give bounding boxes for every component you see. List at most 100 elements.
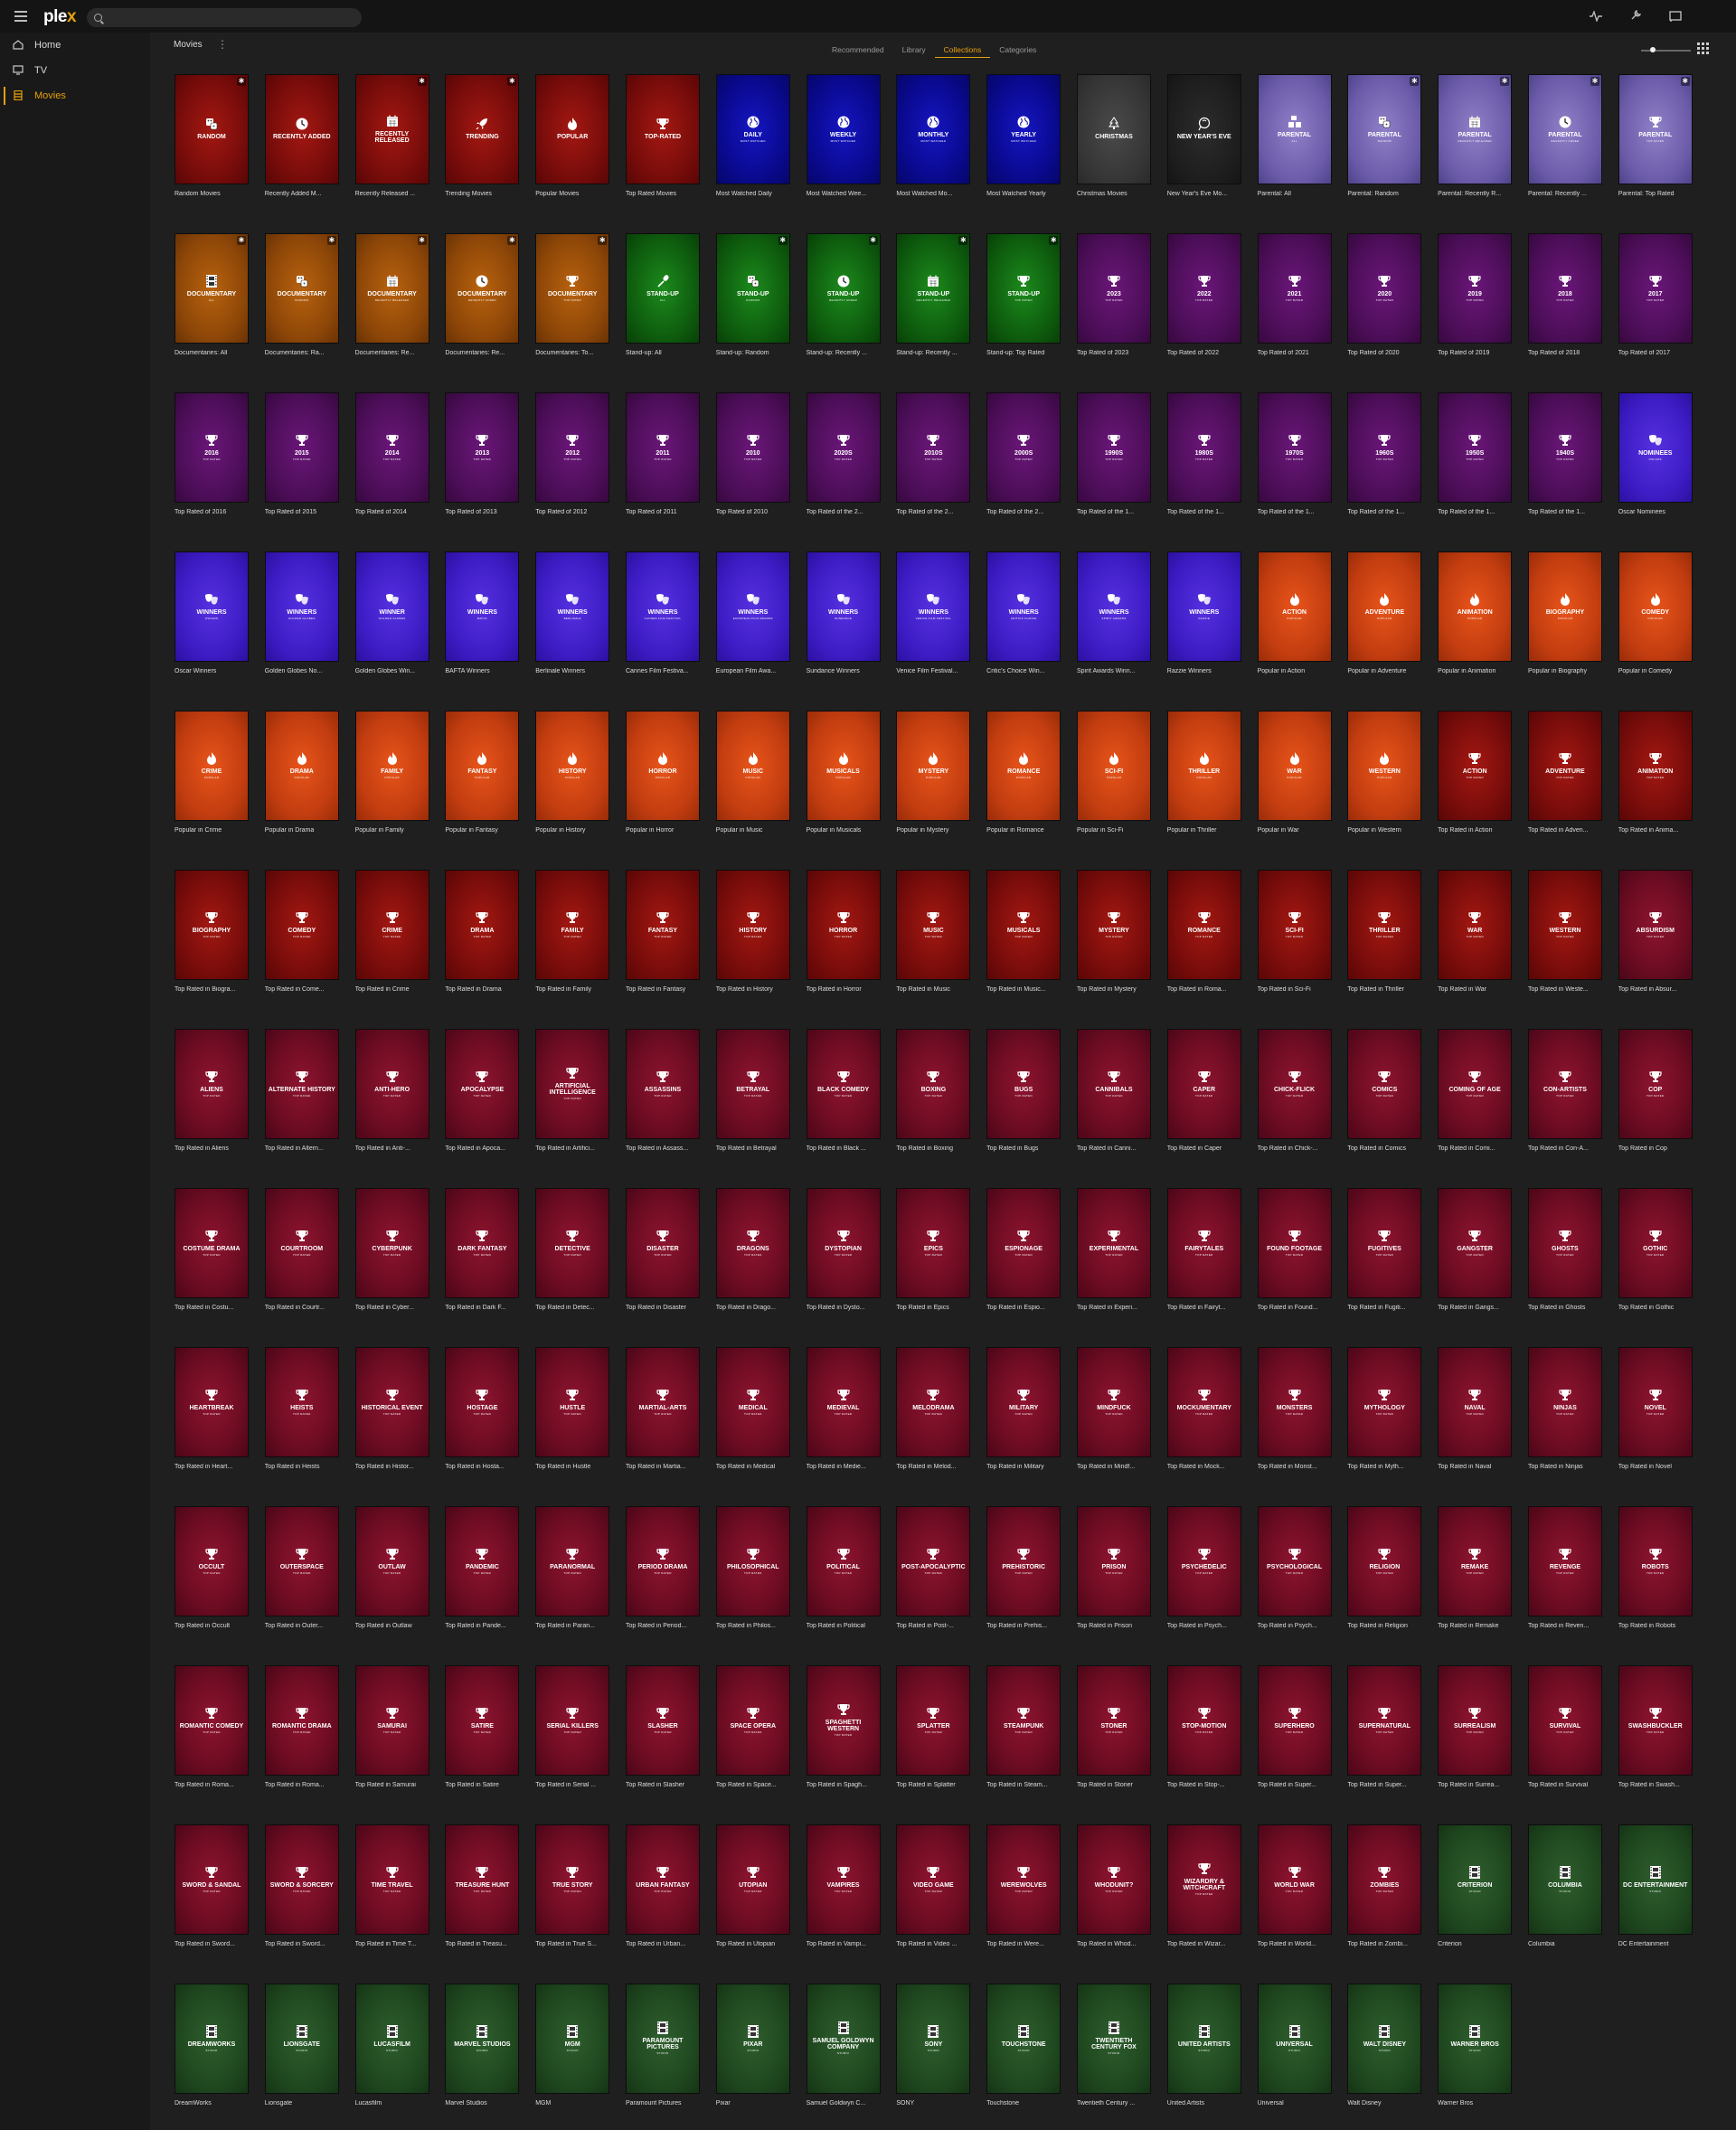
collection-poster[interactable]: SPLATTER TOP RATED (896, 1665, 971, 1776)
collection-poster[interactable]: PHILOSOPHICAL TOP RATED (715, 1506, 790, 1616)
collection-card[interactable]: 1970s TOP RATED Top Rated of the 1... (1257, 392, 1332, 538)
collection-poster[interactable]: SONY STUDIO (896, 1984, 971, 2094)
collection-label[interactable]: Top Rated in Fugiti... (1347, 1305, 1421, 1311)
collection-poster[interactable]: BOXING TOP RATED (896, 1029, 971, 1139)
collection-poster[interactable]: SCI-FI POPULAR (1076, 711, 1151, 821)
collection-card[interactable]: MARTIAL-ARTS TOP RATED Top Rated in Martia… (625, 1347, 700, 1493)
collection-label[interactable]: Top Rated in Heists (265, 1464, 339, 1470)
collection-poster[interactable]: ROMANTIC DRAMA TOP RATED (264, 1665, 339, 1776)
collection-label[interactable]: Top Rated in Absur... (1618, 986, 1693, 993)
collection-poster[interactable]: ESPIONAGE TOP RATED (986, 1188, 1061, 1298)
collection-poster[interactable]: BIOGRAPHY TOP RATED (175, 870, 249, 980)
collection-label[interactable]: Top Rated in Hustle (535, 1464, 609, 1470)
collection-poster[interactable]: HOSTAGE TOP RATED (445, 1347, 520, 1457)
collection-card[interactable]: WINNERS OSCARS Oscar Winners (175, 551, 249, 697)
collection-label[interactable]: Top Rated in Remake (1438, 1623, 1512, 1629)
gear-icon[interactable]: ✱ (1049, 236, 1059, 245)
collection-poster[interactable]: SERIAL KILLERS TOP RATED (535, 1665, 610, 1776)
collection-poster[interactable]: CRIME POPULAR (175, 711, 249, 821)
collection-poster[interactable]: WINNERS VENICE FILM FESTIVAL (896, 551, 971, 662)
collection-card[interactable]: WINNERS GOLDEN GLOBES Golden Globes No... (264, 551, 339, 697)
collection-label[interactable]: Top Rated in Serial ... (535, 1782, 609, 1788)
collection-card[interactable]: SAMUEL GOLDWYN COMPANY STUDIO Samuel Goldw… (806, 1984, 881, 2129)
collection-label[interactable]: Most Watched Wee... (807, 191, 881, 197)
collection-label[interactable]: Top Rated of the 1... (1167, 509, 1241, 515)
collection-card[interactable]: WINNERS VENICE FILM FESTIVAL Venice Film F… (896, 551, 971, 697)
collection-label[interactable]: Top Rated in Fantasy (626, 986, 700, 993)
collection-poster[interactable]: DYSTOPIAN TOP RATED (806, 1188, 881, 1298)
collection-poster[interactable]: 1960s TOP RATED (1347, 392, 1422, 503)
collection-card[interactable]: SPACE OPERA TOP RATED Top Rated in Space..… (715, 1665, 790, 1811)
collection-poster[interactable]: ROMANCE POPULAR (986, 711, 1061, 821)
collection-poster[interactable]: NINJAS TOP RATED (1527, 1347, 1602, 1457)
collection-poster[interactable]: SAMURAI TOP RATED (354, 1665, 429, 1776)
collection-poster[interactable]: PERIOD DRAMA TOP RATED (625, 1506, 700, 1616)
collection-label[interactable]: Top Rated in Anti-... (355, 1145, 429, 1152)
collection-label[interactable]: Top Rated of 2017 (1618, 350, 1693, 356)
collection-label[interactable]: Top Rated in Martia... (626, 1464, 700, 1470)
collection-label[interactable]: Lionsgate (265, 2100, 339, 2106)
collection-label[interactable]: Popular in Mystery (896, 827, 970, 834)
collection-card[interactable]: ALTERNATE HISTORY TOP RATED Top Rated in A… (264, 1029, 339, 1174)
collection-card[interactable]: CRIME TOP RATED Top Rated in Crime (354, 870, 429, 1015)
collection-label[interactable]: Top Rated in Family (535, 986, 609, 993)
collection-poster[interactable]: ANTI-HERO TOP RATED (354, 1029, 429, 1139)
collection-label[interactable]: Top Rated of 2020 (1347, 350, 1421, 356)
collection-card[interactable]: NINJAS TOP RATED Top Rated in Ninjas (1527, 1347, 1602, 1493)
collection-card[interactable]: SWASHBUCKLER TOP RATED Top Rated in Swash.… (1618, 1665, 1693, 1811)
collection-card[interactable]: ROMANCE POPULAR Popular in Romance (986, 711, 1061, 856)
collection-poster[interactable]: COMEDY POPULAR (1618, 551, 1693, 662)
collection-card[interactable]: TREASURE HUNT TOP RATED Top Rated in Treas… (445, 1824, 520, 1970)
collection-poster[interactable]: RELIGION TOP RATED (1347, 1506, 1422, 1616)
gear-icon[interactable]: ✱ (778, 236, 788, 245)
collection-poster[interactable]: DISASTER TOP RATED (625, 1188, 700, 1298)
collection-label[interactable]: Top Rated in Vampi... (807, 1941, 881, 1947)
collection-label[interactable]: Top Rated of the 1... (1528, 509, 1602, 515)
collection-label[interactable]: Popular in Thriller (1167, 827, 1241, 834)
collection-card[interactable]: MELODRAMA TOP RATED Top Rated in Melod... (896, 1347, 971, 1493)
collection-card[interactable]: WIZARDRY & WITCHCRAFT TOP RATED Top Rated … (1166, 1824, 1241, 1970)
collection-label[interactable]: Top Rated in Occult (175, 1623, 249, 1629)
collection-poster[interactable]: PSYCHOLOGICAL TOP RATED (1257, 1506, 1332, 1616)
collection-poster[interactable]: WINNERS OSCARS (175, 551, 249, 662)
collection-label[interactable]: Top Rated in Boxing (896, 1145, 970, 1152)
collection-card[interactable]: COSTUME DRAMA TOP RATED Top Rated in Costu… (175, 1188, 249, 1334)
collection-poster[interactable]: WEREWOLVES TOP RATED (986, 1824, 1061, 1935)
collection-poster[interactable]: DETECTIVE TOP RATED (535, 1188, 610, 1298)
collection-label[interactable]: Cannes Film Festiva... (626, 668, 700, 674)
collection-card[interactable]: 2018 TOP RATED Top Rated of 2018 (1527, 233, 1602, 379)
collection-label[interactable]: Universal (1258, 2100, 1332, 2106)
collection-card[interactable]: WORLD WAR TOP RATED Top Rated in World... (1257, 1824, 1332, 1970)
grid-view-icon[interactable] (1697, 42, 1709, 54)
collection-poster[interactable]: TWENTIETH CENTURY FOX STUDIO (1076, 1984, 1151, 2094)
collection-card[interactable]: OUTLAW TOP RATED Top Rated in Outlaw (354, 1506, 429, 1652)
collection-poster[interactable]: PARENTAL RECENTLY ADDED ✱ (1527, 74, 1602, 184)
collection-poster[interactable]: PREHISTORIC TOP RATED (986, 1506, 1061, 1616)
collection-poster[interactable]: ROMANTIC COMEDY TOP RATED (175, 1665, 249, 1776)
collection-card[interactable]: SPLATTER TOP RATED Top Rated in Splatter (896, 1665, 971, 1811)
collection-poster[interactable]: 2012 TOP RATED (535, 392, 610, 503)
avatar[interactable] (1703, 9, 1727, 25)
collection-card[interactable]: 2023 TOP RATED Top Rated of 2023 (1076, 233, 1151, 379)
collection-card[interactable]: UTOPIAN TOP RATED Top Rated in Utopian (715, 1824, 790, 1970)
collection-label[interactable]: Top Rated in Betrayal (716, 1145, 790, 1152)
collection-poster[interactable]: CANNIBALS TOP RATED (1076, 1029, 1151, 1139)
collection-card[interactable]: OUTERSPACE TOP RATED Top Rated in Outer... (264, 1506, 339, 1652)
collection-label[interactable]: Popular in Musicals (807, 827, 881, 834)
collection-card[interactable]: FAMILY TOP RATED Top Rated in Family (535, 870, 610, 1015)
collection-poster[interactable]: DRAGONS TOP RATED (715, 1188, 790, 1298)
collection-card[interactable]: DISASTER TOP RATED Top Rated in Disaster (625, 1188, 700, 1334)
collection-label[interactable]: Top Rated in Surrea... (1438, 1782, 1512, 1788)
collection-label[interactable]: Popular in Sci-Fi (1077, 827, 1151, 834)
collection-card[interactable]: SONY STUDIO SONY (896, 1984, 971, 2129)
collection-label[interactable]: Top Rated in Chick-... (1258, 1145, 1332, 1152)
collection-card[interactable]: COMEDY TOP RATED Top Rated in Come... (264, 870, 339, 1015)
collection-poster[interactable]: ALTERNATE HISTORY TOP RATED (264, 1029, 339, 1139)
collection-poster[interactable]: MEDICAL TOP RATED (715, 1347, 790, 1457)
collection-poster[interactable]: ACTION TOP RATED (1438, 711, 1513, 821)
collection-label[interactable]: Top Rated in Novel (1618, 1464, 1693, 1470)
collection-label[interactable]: Top Rated of the 2... (986, 509, 1061, 515)
collection-label[interactable]: Top Rated in Robots (1618, 1623, 1693, 1629)
collection-card[interactable]: DRAGONS TOP RATED Top Rated in Drago... (715, 1188, 790, 1334)
collection-poster[interactable]: FAMILY TOP RATED (535, 870, 610, 980)
